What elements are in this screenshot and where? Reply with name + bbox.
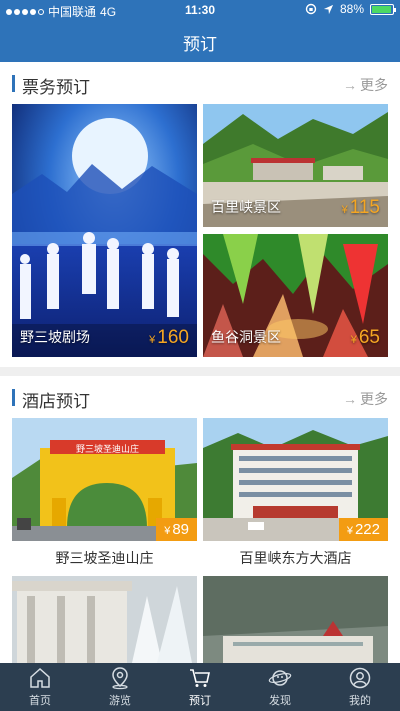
hotel-card-partial[interactable] xyxy=(203,576,388,663)
location-icon xyxy=(112,667,128,690)
ticket-more-link[interactable]: → 更多 xyxy=(343,75,388,95)
section-accent-bar xyxy=(12,389,15,406)
hotel-card-shengdi[interactable]: 野三坡圣迪山庄 ¥89 xyxy=(12,418,197,541)
hotel-price-badge: ¥222 xyxy=(338,518,388,541)
section-accent-bar xyxy=(12,75,15,92)
cart-icon xyxy=(190,669,210,687)
arrow-right-icon: → xyxy=(343,391,357,407)
tab-home[interactable]: 首页 xyxy=(0,663,80,711)
ticket-card-cave[interactable]: 鱼谷洞景区 ¥65 xyxy=(203,234,388,357)
ticket-section: 票务预订 → 更多 野三坡剧场 ¥ 160 百里峡景区 ¥ 115 鱼谷洞景区 … xyxy=(0,62,400,367)
tab-label: 发现 xyxy=(269,695,291,707)
arrow-right-icon: → xyxy=(343,77,357,93)
battery-icon xyxy=(370,3,396,15)
hotel-section: 酒店预订 → 更多 野三坡圣迪山庄 ¥89 野三坡圣迪山庄 ¥ 222 百里峡东… xyxy=(0,376,400,663)
section-title: 票务预订 xyxy=(22,78,90,97)
tab-bar: 首页 游览 预订 发现 我的 xyxy=(0,663,400,711)
tab-label: 游览 xyxy=(109,695,131,707)
home-icon xyxy=(30,667,50,688)
user-icon xyxy=(349,667,371,689)
hotel-gate-sign: 野三坡圣迪山庄 xyxy=(75,444,139,454)
ticket-card-theatre[interactable]: 野三坡剧场 ¥160 xyxy=(12,104,197,357)
hotel-card-partial[interactable] xyxy=(12,576,197,663)
theatre-photo xyxy=(12,104,197,357)
ticket-name: 野三坡剧场 xyxy=(20,329,90,345)
tab-label: 预订 xyxy=(189,695,211,707)
hotel-name[interactable]: 野三坡圣迪山庄 xyxy=(12,548,197,568)
ticket-price: ¥160 xyxy=(149,327,189,348)
tab-label: 首页 xyxy=(29,695,51,707)
tab-tour[interactable]: 游览 xyxy=(80,663,160,711)
hotel-name[interactable]: 百里峡东方大酒店 xyxy=(203,548,388,568)
tab-discover[interactable]: 发现 xyxy=(240,663,320,711)
top-bar: 中国联通 4G 11:30 88% 预订 xyxy=(0,0,400,62)
page-title: 预订 xyxy=(183,35,217,54)
ticket-name: 鱼谷洞景区 xyxy=(211,329,281,345)
hotel-price-badge: ¥89 xyxy=(156,518,197,541)
mountain-hotel-photo xyxy=(203,576,388,663)
tab-booking[interactable]: 预订 xyxy=(160,663,240,711)
ticket-name: 百里峡景区 xyxy=(211,199,281,215)
tab-mine[interactable]: 我的 xyxy=(320,663,400,711)
tab-label: 我的 xyxy=(349,695,371,707)
location-arrow-icon xyxy=(323,4,334,14)
ticket-card-bailixia[interactable]: 百里峡景区 ¥115 xyxy=(203,104,388,227)
section-title: 酒店预订 xyxy=(22,392,90,411)
planet-icon xyxy=(268,670,292,686)
ticket-price: ¥65 xyxy=(350,327,380,348)
status-bar: 中国联通 4G 11:30 88% xyxy=(0,0,400,20)
battery-percent: 88% xyxy=(339,2,364,16)
fountain-photo xyxy=(12,576,197,663)
ticket-price: ¥115 xyxy=(341,197,380,218)
hotel-card-dongfang[interactable]: ¥222 xyxy=(203,418,388,541)
rotation-lock-icon xyxy=(305,3,317,15)
hotel-more-link[interactable]: → 更多 xyxy=(343,389,388,409)
